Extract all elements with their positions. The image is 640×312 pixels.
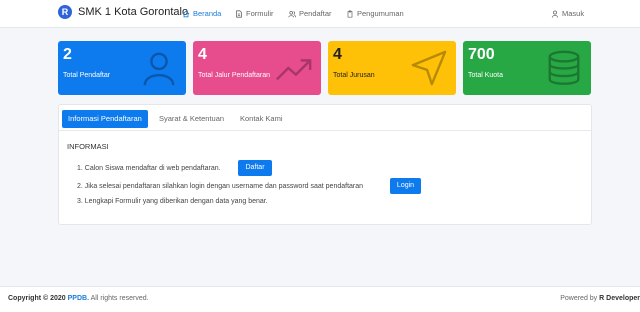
copyright-suffix: All rights reserved.	[89, 295, 149, 302]
nav-pendaftar[interactable]: Pendaftar	[288, 9, 332, 18]
stat-label: Total Jalur Pendaftaran	[198, 72, 270, 79]
copyright-prefix: Copyright © 2020	[8, 295, 66, 302]
nav-pengumuman-label: Pengumuman	[357, 9, 404, 18]
users-icon	[288, 10, 296, 17]
stat-value: 4	[333, 46, 342, 63]
stat-card-total-pendaftar: 2 Total Pendaftar	[58, 41, 186, 95]
tab-bar: Informasi Pendaftaran Syarat & Ketentuan…	[59, 105, 591, 131]
send-icon	[411, 50, 447, 86]
clipboard-icon	[347, 9, 353, 18]
footer: Copyright © 2020 PPDB. All rights reserv…	[0, 286, 640, 312]
brand-logo[interactable]: R	[58, 5, 72, 19]
ppdb-link[interactable]: PPDB.	[68, 295, 89, 302]
info-panel: Informasi Pendaftaran Syarat & Ketentuan…	[58, 104, 592, 225]
login-link[interactable]: Masuk	[551, 9, 584, 18]
stat-value: 4	[198, 46, 207, 63]
user-icon	[551, 10, 559, 18]
nav-pendaftar-label: Pendaftar	[299, 9, 332, 18]
home-icon	[182, 10, 190, 17]
stat-label: Total Pendaftar	[63, 72, 111, 79]
nav-beranda-label: Beranda	[193, 9, 222, 18]
login-link-label: Masuk	[562, 9, 585, 18]
powered-prefix: Powered by	[560, 295, 600, 302]
stat-card-jalur-pendaftaran: 4 Total Jalur Pendaftaran	[193, 41, 321, 95]
user-icon	[143, 52, 175, 86]
powered-name: R Developer	[599, 295, 640, 302]
stat-label: Total Jurusan	[333, 72, 375, 79]
footer-copyright: Copyright © 2020 PPDB. All rights reserv…	[8, 295, 149, 302]
tab-kontak-kami[interactable]: Kontak Kami	[234, 110, 289, 128]
section-title: INFORMASI	[67, 142, 109, 151]
daftar-button[interactable]: Daftar	[238, 160, 272, 176]
stat-value: 700	[468, 46, 495, 63]
stat-value: 2	[63, 46, 72, 63]
stat-card-total-jurusan: 4 Total Jurusan	[328, 41, 456, 95]
tab-informasi-pendaftaran[interactable]: Informasi Pendaftaran	[62, 110, 148, 128]
stat-label: Total Kuota	[468, 72, 504, 79]
tab-syarat-ketentuan[interactable]: Syarat & Ketentuan	[153, 110, 230, 128]
nav-formulir-label: Formulir	[246, 9, 274, 18]
document-icon	[236, 9, 242, 18]
step-2-text: 2. Jika selesai pendaftaran silahkan log…	[77, 183, 364, 190]
footer-powered-by: Powered by R Developer	[560, 295, 640, 302]
database-icon	[548, 50, 580, 85]
nav-beranda[interactable]: Beranda	[182, 9, 221, 18]
top-navbar: R SMK 1 Kota Gorontalo Beranda Formulir …	[0, 0, 640, 28]
brand-title[interactable]: SMK 1 Kota Gorontalo	[78, 6, 188, 18]
login-button[interactable]: Login	[390, 178, 421, 194]
step-1-text: 1. Calon Siswa mendaftar di web pendafta…	[77, 165, 221, 172]
trend-up-icon	[276, 59, 312, 81]
step-3-text: 3. Lengkapi Formulir yang diberikan deng…	[77, 198, 268, 205]
nav-formulir[interactable]: Formulir	[235, 9, 274, 18]
stat-card-total-kuota: 700 Total Kuota	[463, 41, 591, 95]
nav-pengumuman[interactable]: Pengumuman	[346, 9, 404, 18]
